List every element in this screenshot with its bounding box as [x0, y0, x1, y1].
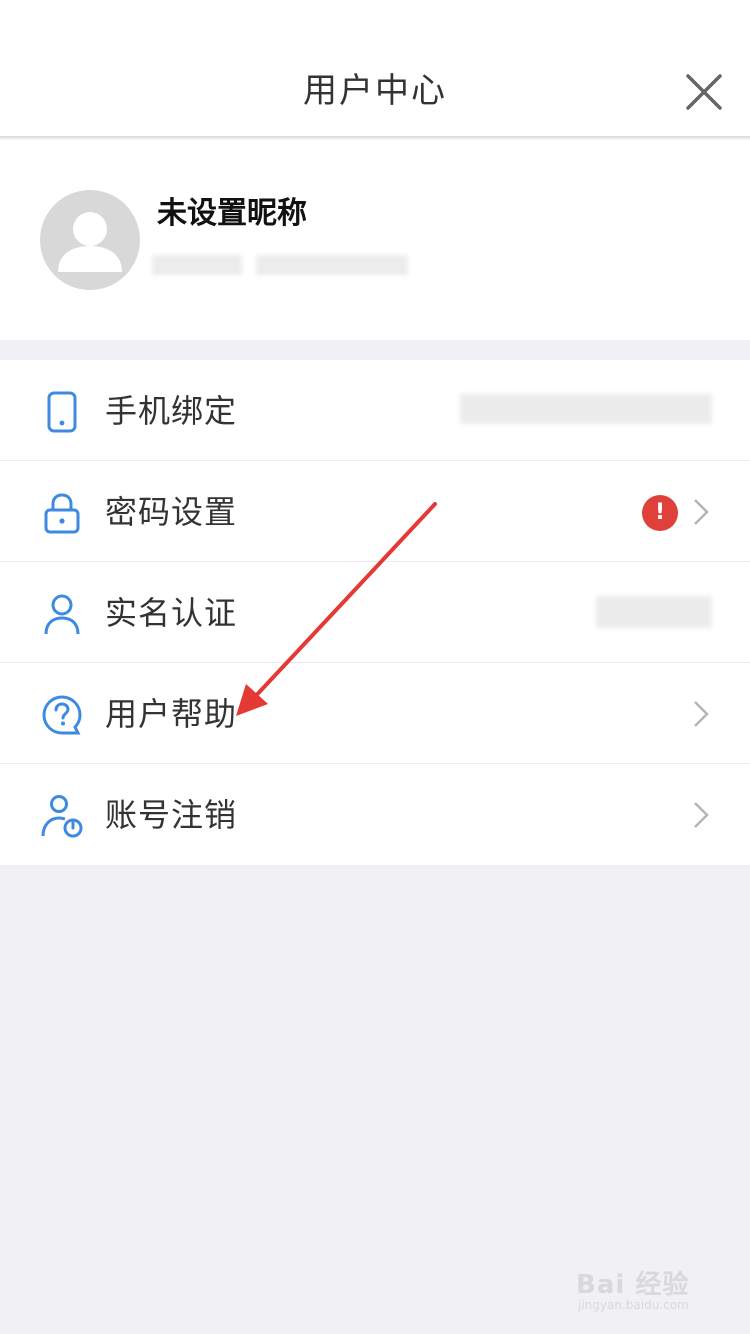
user-power-icon [41, 795, 83, 838]
alert-badge: ! [642, 495, 678, 531]
menu-item-label: 手机绑定 [105, 392, 238, 430]
menu-item-label: 用户帮助 [105, 695, 238, 733]
close-icon [686, 74, 722, 110]
menu-item-label: 密码设置 [105, 493, 238, 531]
blurred-account-id-2 [256, 255, 408, 275]
person-icon [44, 594, 80, 635]
header-bar: 用户中心 [0, 0, 750, 138]
menu-item-label: 实名认证 [105, 594, 238, 632]
blurred-phone-number [460, 394, 712, 424]
chevron-right-icon [694, 701, 709, 727]
avatar[interactable] [40, 190, 140, 290]
blurred-account-id [152, 255, 242, 275]
menu-item-user-help[interactable]: 用户帮助 [0, 663, 750, 764]
watermark-text: Bai 经验 [576, 1270, 690, 1300]
close-button[interactable] [680, 68, 728, 116]
profile-card[interactable]: 未设置昵称 [0, 140, 750, 340]
phone-icon [47, 391, 77, 433]
settings-menu: 手机绑定 密码设置 ! 实名认证 用户帮助 账号注销 [0, 360, 750, 865]
default-avatar-icon [58, 212, 122, 272]
menu-item-password-settings[interactable]: 密码设置 ! [0, 461, 750, 562]
blurred-verification-status [596, 596, 712, 628]
page-title: 用户中心 [303, 71, 447, 111]
watermark-url: jingyan.baidu.com [578, 1298, 689, 1312]
help-icon [42, 695, 82, 735]
watermark: Bai 经验 jingyan.baidu.com [576, 1262, 736, 1322]
chevron-right-icon [694, 802, 709, 828]
menu-item-label: 账号注销 [105, 796, 238, 834]
nickname: 未设置昵称 [157, 196, 307, 231]
lock-icon [44, 493, 80, 534]
chevron-right-icon [694, 499, 709, 525]
menu-item-real-name-verification[interactable]: 实名认证 [0, 562, 750, 663]
menu-item-phone-binding[interactable]: 手机绑定 [0, 360, 750, 461]
menu-item-account-cancellation[interactable]: 账号注销 [0, 764, 750, 865]
